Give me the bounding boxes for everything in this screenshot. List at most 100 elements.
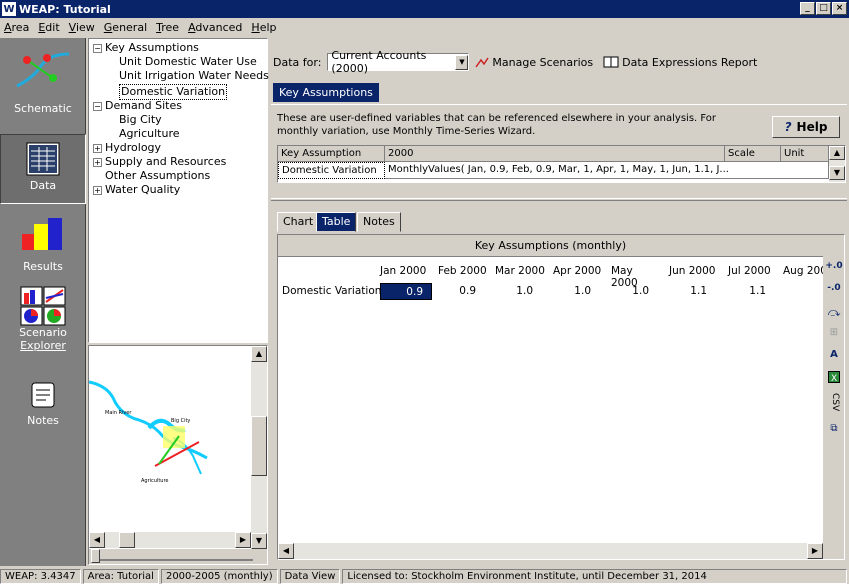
tree-item-hydrology[interactable]: + Hydrology [93, 141, 161, 155]
tree-item-demand-sites[interactable]: − Demand Sites [93, 99, 182, 113]
scroll-up-icon[interactable]: ▲ [829, 146, 845, 160]
month-header: Apr 2000 [553, 265, 602, 277]
sidebar-item-schematic[interactable]: Schematic [0, 48, 86, 128]
status-version: WEAP: 3.4347 [0, 568, 81, 584]
sidebar-item-data[interactable]: Data [0, 134, 86, 204]
schematic-minimap[interactable]: Main River Big City Agriculture ▲ ▼ ◀ ▶ [88, 345, 268, 565]
expand-icon[interactable]: + [93, 157, 102, 167]
status-license: Licensed to: Stockholm Environment Insti… [342, 568, 847, 584]
zoom-slider-thumb[interactable] [91, 549, 100, 563]
app-logo-icon: W [2, 2, 16, 16]
tree-item-unit-irrigation[interactable]: Unit Irrigation Water Needs [119, 69, 269, 83]
tree-item-supply[interactable]: + Supply and Resources [93, 155, 226, 169]
expand-icon[interactable]: + [93, 143, 102, 153]
scroll-right-icon[interactable]: ▶ [807, 543, 823, 559]
grid-vscrollbar[interactable]: ▲ ▼ [829, 146, 845, 182]
tree-item-big-city[interactable]: Big City [119, 113, 162, 127]
grid-row-label[interactable]: Domestic Variation [278, 162, 385, 179]
tree-item-domestic-variation[interactable]: Domestic Variation [119, 84, 228, 100]
month-header: Feb 2000 [438, 265, 487, 277]
notes-icon [31, 382, 55, 408]
table-cell[interactable]: 1.0 [495, 285, 545, 297]
grid-expression-cell[interactable]: MonthlyValues( Jan, 0.9, Feb, 0.9, Mar, … [385, 162, 829, 179]
csv-export-button[interactable]: CSV [828, 393, 840, 411]
font-icon[interactable]: A [823, 349, 845, 360]
table-row-label: Domestic Variation [282, 285, 382, 297]
menu-view[interactable]: View [69, 21, 95, 34]
tab-key-assumptions[interactable]: Key Assumptions [273, 83, 379, 102]
tab-notes[interactable]: Notes [357, 212, 401, 232]
redo-icon[interactable]: ⤼ [823, 305, 845, 320]
increase-decimals-icon[interactable]: +.0 [823, 261, 845, 271]
menu-help[interactable]: Help [251, 21, 276, 34]
tree-item-key-assumptions[interactable]: − Key Assumptions [93, 41, 199, 55]
chevron-down-icon[interactable]: ▼ [455, 54, 469, 70]
zoom-slider[interactable] [89, 549, 267, 564]
sidebar-label-notes: Notes [27, 414, 59, 427]
description-text: These are user-defined variables that ca… [277, 113, 717, 137]
expression-grid: Key Assumption 2000 Scale Unit Domestic … [277, 145, 846, 183]
question-icon: ? [784, 120, 792, 134]
tab-table[interactable]: Table [316, 212, 357, 232]
scroll-up-icon[interactable]: ▲ [251, 346, 267, 362]
splitter[interactable] [271, 198, 847, 201]
book-icon [603, 56, 619, 68]
menu-general[interactable]: General [104, 21, 147, 34]
table-cell[interactable]: 1.1 [669, 285, 719, 297]
sidebar-item-notes[interactable]: Notes [0, 380, 86, 436]
scroll-thumb[interactable] [119, 532, 135, 548]
scroll-right-icon[interactable]: ▶ [235, 532, 251, 548]
data-tree: − Key Assumptions Unit Domestic Water Use… [88, 38, 269, 343]
tree-item-other-assumptions[interactable]: Other Assumptions [105, 169, 210, 183]
maximize-button[interactable]: □ [816, 2, 831, 15]
filter-icon[interactable]: ⊞ [823, 327, 845, 338]
scroll-thumb[interactable] [251, 416, 267, 476]
tree-item-unit-domestic[interactable]: Unit Domestic Water Use [119, 55, 257, 69]
tree-item-water-quality[interactable]: + Water Quality [93, 183, 180, 197]
menu-area[interactable]: Area [4, 21, 29, 34]
status-bar: WEAP: 3.4347 Area: Tutorial 2000-2005 (m… [0, 568, 849, 584]
scroll-down-icon[interactable]: ▼ [829, 166, 845, 180]
close-button[interactable]: × [832, 2, 847, 15]
help-button[interactable]: ? Help [772, 116, 840, 138]
scenario-select[interactable]: Current Accounts (2000) ▼ [327, 49, 470, 75]
svg-text:X: X [831, 374, 837, 383]
menu-advanced[interactable]: Advanced [188, 21, 242, 34]
status-period: 2000-2005 (monthly) [160, 568, 278, 584]
collapse-icon[interactable]: − [93, 101, 102, 111]
table-cell-selected[interactable]: 0.9 [380, 283, 432, 300]
table-cell[interactable]: 0.9 [438, 285, 488, 297]
tree-item-agriculture[interactable]: Agriculture [119, 127, 180, 141]
data-expressions-report-button[interactable]: Data Expressions Report [603, 56, 757, 69]
grid-header-2000: 2000 [385, 146, 725, 162]
copy-icon[interactable]: ⧉ [823, 423, 845, 434]
menu-edit[interactable]: Edit [38, 21, 59, 34]
table-cell[interactable]: 1.1 [728, 285, 778, 297]
scroll-left-icon[interactable]: ◀ [89, 532, 105, 548]
sidebar-label-results: Results [23, 260, 63, 273]
scroll-down-icon[interactable]: ▼ [251, 533, 267, 549]
table-hscrollbar[interactable]: ◀ ▶ [278, 543, 823, 559]
data-icon [26, 142, 60, 176]
scroll-left-icon[interactable]: ◀ [278, 543, 294, 559]
month-header: Jan 2000 [380, 265, 427, 277]
excel-icon[interactable]: X [823, 371, 845, 386]
sidebar-label-scenario: Scenario [19, 326, 67, 339]
expand-icon[interactable]: + [93, 185, 102, 195]
table-cell[interactable]: 1.0 [553, 285, 603, 297]
decrease-decimals-icon[interactable]: -.0 [823, 283, 845, 293]
minimap-hscrollbar[interactable]: ◀ ▶ [89, 532, 251, 548]
sidebar-item-scenario-explorer[interactable]: Scenario Explorer [0, 286, 86, 368]
minimap-vscrollbar[interactable]: ▲ ▼ [251, 346, 267, 549]
menu-tree[interactable]: Tree [156, 21, 179, 34]
table-cell[interactable]: 1.0 [611, 285, 661, 297]
results-icon [22, 218, 62, 250]
status-area: Area: Tutorial [82, 568, 159, 584]
minimap-label-agriculture: Agriculture [141, 478, 169, 484]
manage-scenarios-button[interactable]: Manage Scenarios [475, 56, 593, 69]
collapse-icon[interactable]: − [93, 43, 102, 53]
sidebar-item-results[interactable]: Results [0, 216, 86, 282]
minimize-button[interactable]: _ [800, 2, 815, 15]
tab-chart[interactable]: Chart [277, 212, 320, 232]
table-toolbar: +.0 -.0 ⤼ ⊞ A X CSV ⧉ [823, 257, 844, 559]
